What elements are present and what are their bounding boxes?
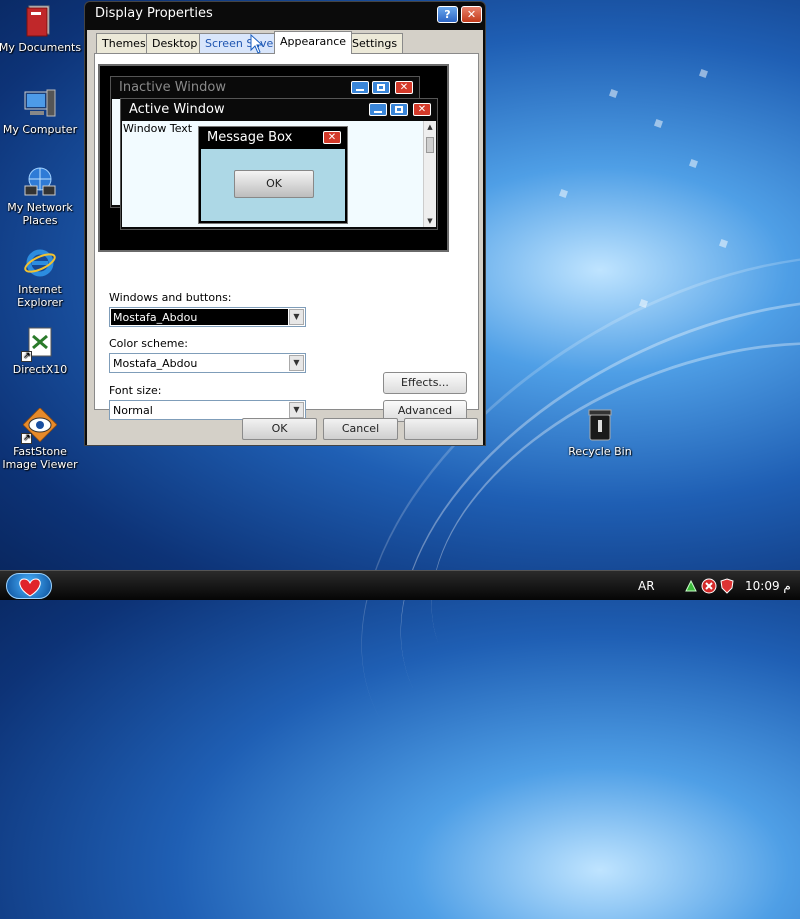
folder-icon bbox=[23, 4, 57, 38]
desktop-icon-label: FastStone Image Viewer bbox=[2, 445, 78, 471]
message-box-title: Message Box bbox=[207, 130, 293, 145]
help-button[interactable]: ? bbox=[437, 6, 458, 23]
computer-icon bbox=[23, 86, 57, 120]
recycle-bin-icon bbox=[583, 408, 617, 442]
preview-scrollbar: ▲ ▼ bbox=[423, 121, 436, 227]
scroll-up-icon: ▲ bbox=[427, 123, 433, 131]
message-box-ok-button: OK bbox=[234, 170, 314, 198]
desktop-icon-label: Recycle Bin bbox=[568, 445, 632, 458]
tab-screen-saver[interactable]: Screen Saver bbox=[199, 33, 284, 53]
desktop-icon-label: My Computer bbox=[2, 123, 78, 136]
tab-appearance[interactable]: Appearance bbox=[274, 31, 353, 54]
mouse-cursor-icon bbox=[250, 34, 264, 54]
windows-buttons-label: Windows and buttons: bbox=[109, 291, 232, 304]
shortcut-arrow-icon: ↗ bbox=[21, 433, 32, 444]
desktop-icon-recycle-bin[interactable]: Recycle Bin bbox=[558, 408, 642, 458]
network-tray-icon[interactable] bbox=[684, 579, 698, 593]
maximize-icon bbox=[372, 81, 390, 94]
language-indicator[interactable]: AR bbox=[638, 579, 655, 593]
chevron-down-icon[interactable]: ▼ bbox=[289, 309, 304, 325]
security-alert-icon[interactable] bbox=[701, 578, 717, 594]
shield-icon[interactable] bbox=[720, 578, 734, 594]
chevron-down-icon[interactable]: ▼ bbox=[289, 355, 304, 371]
close-button[interactable]: ✕ bbox=[461, 6, 482, 23]
window-title: Display Properties bbox=[95, 6, 213, 21]
active-window-title: Active Window bbox=[129, 102, 225, 117]
taskbar: AR 10:09 م bbox=[0, 570, 800, 600]
scroll-thumb bbox=[426, 137, 434, 153]
minimize-icon bbox=[369, 103, 387, 116]
windows-buttons-value: Mostafa_Abdou bbox=[111, 309, 288, 325]
close-icon: ✕ bbox=[395, 81, 413, 94]
color-scheme-label: Color scheme: bbox=[109, 337, 188, 350]
color-scheme-value: Mostafa_Abdou bbox=[113, 357, 198, 370]
chevron-down-icon[interactable]: ▼ bbox=[289, 402, 304, 418]
inactive-window-title: Inactive Window bbox=[119, 80, 226, 95]
scroll-down-icon: ▼ bbox=[427, 217, 433, 225]
windows-buttons-select[interactable]: Mostafa_Abdou ▼ bbox=[109, 307, 306, 327]
network-icon bbox=[23, 164, 57, 198]
message-box-body: OK bbox=[201, 149, 345, 221]
tab-settings[interactable]: Settings bbox=[346, 33, 404, 53]
effects-button[interactable]: Effects... bbox=[383, 372, 467, 394]
desktop-icon-faststone[interactable]: ↗ FastStone Image Viewer bbox=[0, 407, 82, 471]
window-client-area: Themes Desktop Screen Saver Appearance S… bbox=[87, 30, 483, 445]
start-button[interactable] bbox=[6, 573, 52, 599]
clock[interactable]: 10:09 م bbox=[745, 579, 791, 593]
desktop-icon-label: Internet Explorer bbox=[17, 283, 63, 309]
shortcut-arrow-icon: ↗ bbox=[21, 351, 32, 362]
desktop-icon-directx10[interactable]: ↗ DirectX10 bbox=[0, 326, 82, 376]
minimize-icon bbox=[351, 81, 369, 94]
font-size-select[interactable]: Normal ▼ bbox=[109, 400, 306, 420]
heart-icon bbox=[19, 578, 41, 597]
display-properties-window: Display Properties ? ✕ Themes Desktop Sc… bbox=[84, 1, 486, 446]
preview-message-box: Message Box ✕ OK bbox=[198, 126, 348, 224]
ok-button[interactable]: OK bbox=[242, 418, 317, 440]
directx-icon: ↗ bbox=[21, 326, 57, 362]
appearance-panel: Inactive Window ✕ Active Window ✕ Window… bbox=[94, 53, 479, 422]
desktop-icon-label: My Network Places bbox=[7, 201, 73, 227]
ie-icon bbox=[23, 246, 57, 280]
close-icon: ✕ bbox=[323, 131, 341, 144]
eye-icon: ↗ bbox=[21, 407, 58, 444]
close-icon: ✕ bbox=[413, 103, 431, 116]
cancel-button[interactable]: Cancel bbox=[323, 418, 398, 440]
window-text: Window Text bbox=[123, 122, 193, 135]
appearance-preview: Inactive Window ✕ Active Window ✕ Window… bbox=[98, 64, 449, 252]
desktop-icon-label: My Documents bbox=[0, 41, 82, 54]
desktop-icon-my-computer[interactable]: My Computer bbox=[0, 86, 82, 136]
desktop-icon-my-network-places[interactable]: My Network Places bbox=[0, 164, 82, 227]
font-size-label: Font size: bbox=[109, 384, 162, 397]
desktop-icon-internet-explorer[interactable]: Internet Explorer bbox=[0, 246, 82, 309]
desktop-icon-label: DirectX10 bbox=[12, 363, 68, 376]
apply-button[interactable] bbox=[404, 418, 478, 440]
font-size-value: Normal bbox=[113, 404, 153, 417]
color-scheme-select[interactable]: Mostafa_Abdou ▼ bbox=[109, 353, 306, 373]
maximize-icon bbox=[390, 103, 408, 116]
desktop-icon-my-documents[interactable]: My Documents bbox=[0, 4, 82, 54]
tab-desktop[interactable]: Desktop bbox=[146, 33, 204, 53]
tab-themes[interactable]: Themes bbox=[96, 33, 152, 53]
